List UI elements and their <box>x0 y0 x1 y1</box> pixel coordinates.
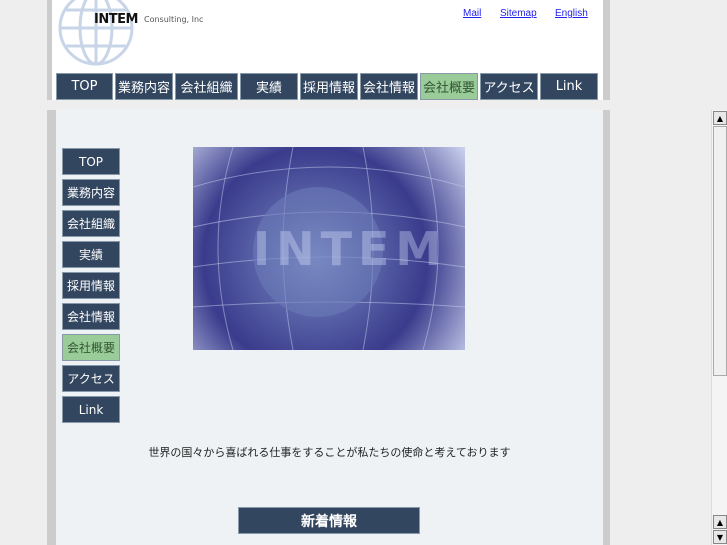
news-heading: 新着情報 <box>238 507 420 534</box>
nav-results[interactable]: 実績 <box>240 73 298 100</box>
tagline: 世界の国々から喜ばれる仕事をすることが私たちの使命と考えております <box>148 446 511 459</box>
side-nav-top[interactable]: TOP <box>62 148 120 175</box>
company-logo-subtitle: Consulting, Inc <box>144 15 204 24</box>
nav-company-overview[interactable]: 会社概要 <box>420 73 478 100</box>
side-nav-recruit[interactable]: 採用情報 <box>62 272 120 299</box>
nav-company-info[interactable]: 会社情報 <box>360 73 418 100</box>
nav-recruit[interactable]: 採用情報 <box>300 73 358 100</box>
scroll-up-arrow-icon[interactable]: ▲ <box>713 111 727 125</box>
hero-globe-image: INTEM <box>193 147 465 350</box>
side-nav-company-info[interactable]: 会社情報 <box>62 303 120 330</box>
nav-top[interactable]: TOP <box>56 73 113 100</box>
scroll-up-arrow-bottom-icon[interactable]: ▲ <box>713 515 727 529</box>
vertical-scrollbar[interactable]: ▲ ▲ ▼ <box>711 110 727 545</box>
side-nav-company-overview[interactable]: 会社概要 <box>62 334 120 361</box>
nav-organization[interactable]: 会社組織 <box>175 73 238 100</box>
hero-watermark: INTEM <box>253 222 448 276</box>
scroll-down-arrow-icon[interactable]: ▼ <box>713 530 727 544</box>
top-nav: TOP 業務内容 会社組織 実績 採用情報 会社情報 会社概要 アクセス Lin… <box>56 73 598 100</box>
nav-link[interactable]: Link <box>540 73 598 100</box>
side-nav-services[interactable]: 業務内容 <box>62 179 120 206</box>
globe-logo-icon <box>58 0 134 66</box>
side-nav-results[interactable]: 実績 <box>62 241 120 268</box>
side-nav-link[interactable]: Link <box>62 396 120 423</box>
nav-access[interactable]: アクセス <box>480 73 538 100</box>
company-logo: INTEM <box>94 12 138 27</box>
header: INTEM Consulting, Inc Mail Sitemap Engli… <box>47 0 610 100</box>
side-nav: TOP 業務内容 会社組織 実績 採用情報 会社情報 会社概要 アクセス Lin… <box>62 148 120 423</box>
side-nav-access[interactable]: アクセス <box>62 365 120 392</box>
side-nav-organization[interactable]: 会社組織 <box>62 210 120 237</box>
english-link[interactable]: English <box>555 8 588 19</box>
sitemap-link[interactable]: Sitemap <box>500 8 537 19</box>
scrollbar-thumb[interactable] <box>713 126 727 376</box>
main-content: TOP 業務内容 会社組織 実績 採用情報 会社情報 会社概要 アクセス Lin… <box>47 110 610 545</box>
nav-services[interactable]: 業務内容 <box>115 73 173 100</box>
mail-link[interactable]: Mail <box>463 8 481 19</box>
